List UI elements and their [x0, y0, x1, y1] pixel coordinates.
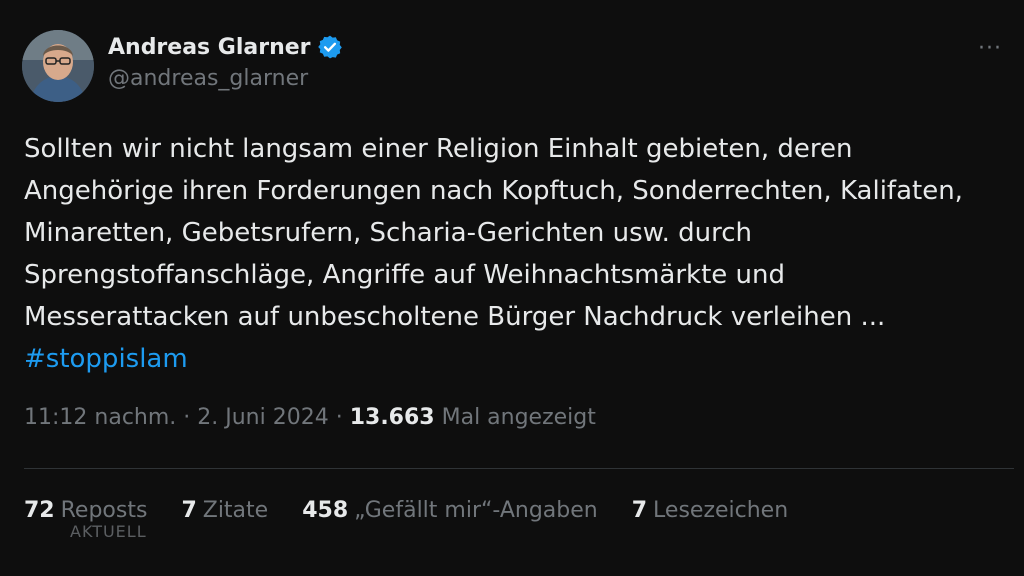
display-name[interactable]: Andreas Glarner [108, 35, 311, 60]
avatar-image [22, 30, 94, 102]
bookmarks-stat[interactable]: 7 Lesezeichen [632, 498, 788, 523]
meta-separator: · [176, 405, 198, 430]
tweet-time[interactable]: 11:12 nachm. [24, 405, 176, 430]
tweet-line: Angehörige ihren Forderungen nach Kopftu… [24, 176, 963, 206]
reposts-stat[interactable]: 72 Reposts [24, 498, 147, 523]
tweet-line: Minaretten, Gebetsrufern, Scharia-Gerich… [24, 218, 752, 248]
bookmarks-label: Lesezeichen [653, 498, 789, 523]
likes-label: „Gefällt mir“-Angaben [354, 498, 598, 523]
hashtag-link[interactable]: #stoppislam [24, 344, 188, 374]
quotes-count: 7 [181, 498, 197, 523]
likes-stat[interactable]: 458 „Gefällt mir“-Angaben [302, 498, 598, 523]
view-count-label: Mal angezeigt [434, 405, 596, 430]
tweet-text: Sollten wir nicht langsam einer Religion… [24, 128, 1014, 380]
likes-count: 458 [302, 498, 349, 523]
watermark: AKTUELL [70, 522, 147, 541]
meta-separator: · [328, 405, 350, 430]
user-names: Andreas Glarner @andreas_glarner [108, 34, 343, 91]
quotes-stat[interactable]: 7 Zitate [181, 498, 268, 523]
verified-badge-icon [317, 35, 342, 59]
reposts-count: 72 [24, 498, 55, 523]
tweet-line: Messerattacken auf unbescholtene Bürger … [24, 302, 886, 332]
view-count: 13.663 [349, 405, 435, 430]
reposts-label: Reposts [60, 498, 148, 523]
tweet-date[interactable]: 2. Juni 2024 [197, 405, 328, 430]
tweet-header: Andreas Glarner @andreas_glarner ··· [22, 30, 1002, 102]
tweet-meta: 11:12 nachm. · 2. Juni 2024 · 13.663 Mal… [24, 405, 596, 430]
divider [24, 468, 1014, 469]
engagement-stats: 72 Reposts 7 Zitate 458 „Gefällt mir“-Angab… [24, 498, 788, 523]
bookmarks-count: 7 [631, 498, 648, 523]
quotes-label: Zitate [202, 498, 269, 523]
display-name-row[interactable]: Andreas Glarner [108, 34, 343, 60]
user-handle[interactable]: @andreas_glarner [108, 66, 343, 91]
tweet-line: Sollten wir nicht langsam einer Religion… [24, 134, 853, 164]
avatar[interactable] [22, 30, 94, 102]
more-options-icon[interactable]: ··· [978, 36, 1002, 61]
tweet-line: Sprengstoffanschläge, Angriffe auf Weihn… [24, 260, 785, 290]
